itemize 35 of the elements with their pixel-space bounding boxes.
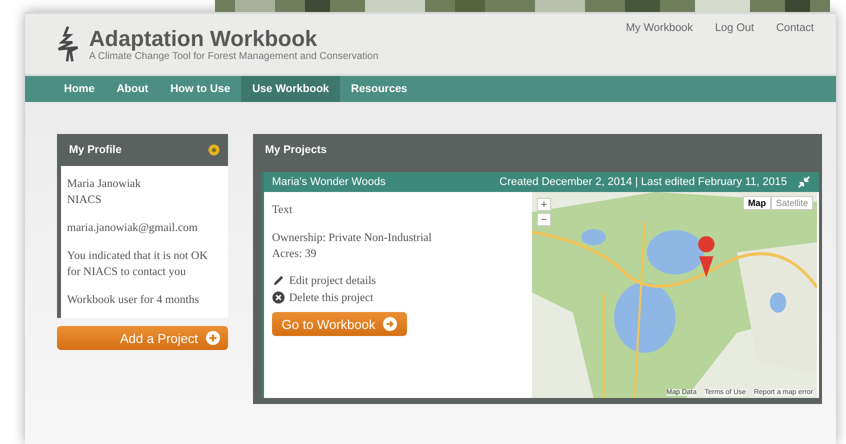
nav-tab[interactable]: Resources — [340, 76, 418, 102]
go-to-workbook-button[interactable]: Go to Workbook — [272, 312, 407, 336]
card-title: My Projects — [265, 144, 327, 156]
nav-tab[interactable]: Use Workbook — [241, 76, 340, 102]
tenure-text: Workbook user for 4 months — [67, 293, 200, 308]
project-dates: Created December 2, 2014 | Last edited February 11, 2015 — [499, 176, 787, 188]
contact-note: You indicated that it is not OK for NIACS to contact you — [67, 249, 209, 280]
nav-tab[interactable]: Home — [53, 76, 106, 102]
zoom-out-button[interactable]: − — [537, 213, 551, 226]
nav-tab[interactable]: How to Use — [159, 76, 242, 102]
zoom-in-button[interactable]: + — [537, 198, 551, 211]
map-type-button[interactable]: Satellite — [770, 196, 813, 210]
delete-project-link[interactable]: Delete this project — [289, 292, 374, 304]
header-link[interactable]: My Workbook — [626, 22, 693, 36]
header-link[interactable]: Contact — [776, 22, 814, 36]
header-link[interactable]: Log Out — [714, 22, 754, 36]
nav-tab[interactable]: About — [106, 76, 160, 102]
profile-organization: NIACS — [67, 193, 103, 208]
ownership-text: Ownership: Private Non-Industrial — [272, 231, 432, 246]
delete-icon — [272, 291, 285, 304]
gear-icon[interactable] — [208, 144, 220, 156]
site-subtitle: A Climate Change Tool for Forest Management and Conservation — [89, 50, 378, 62]
collapse-icon[interactable] — [797, 175, 811, 189]
project-name: Maria's Wonder Woods — [272, 176, 387, 188]
profile-name: Maria Janowiak — [67, 177, 142, 192]
site-title: Adaptation Workbook — [89, 26, 318, 50]
pencil-icon — [272, 274, 285, 287]
edit-project-link[interactable]: Edit project details — [289, 274, 376, 286]
profile-email: maria.janowiak@gmail.com — [67, 221, 199, 236]
acres-text: Acres: 39 — [272, 247, 316, 262]
card-title: My Profile — [69, 144, 122, 156]
map-type-button[interactable]: Map — [742, 196, 771, 210]
plus-icon — [206, 331, 220, 345]
add-project-button[interactable]: Add a Project — [57, 326, 228, 350]
project-description: Text — [272, 203, 292, 218]
